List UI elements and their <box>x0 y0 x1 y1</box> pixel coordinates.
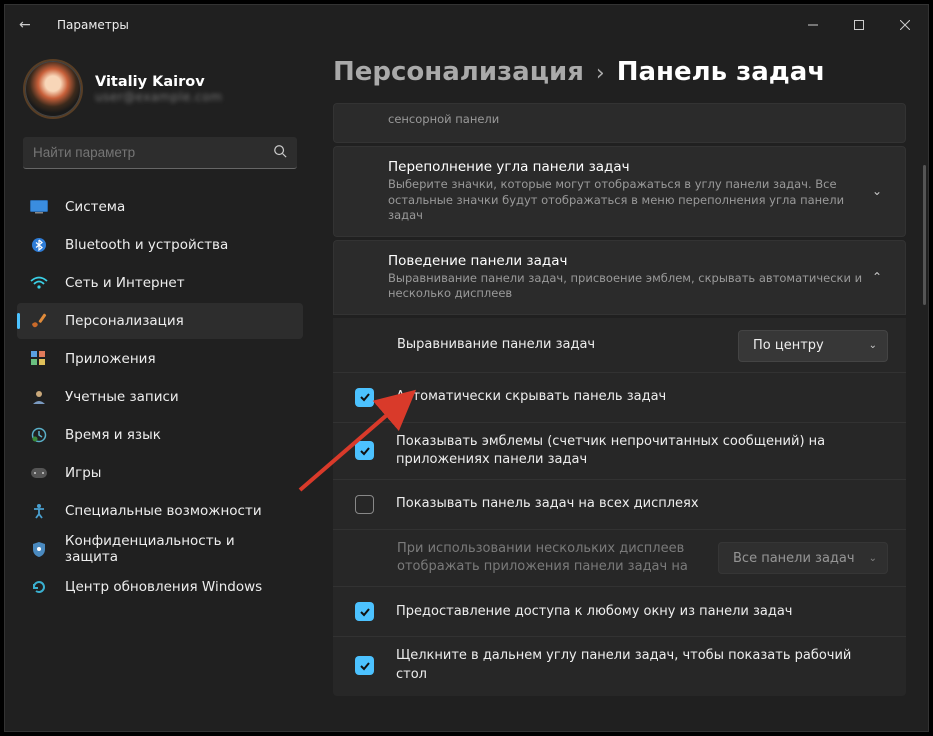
sidebar-item-personalization[interactable]: Персонализация <box>17 303 303 339</box>
row-corner[interactable]: Щелкните в дальнем углу панели задач, чт… <box>333 637 906 693</box>
dropdown-value: По центру <box>753 338 824 353</box>
checkbox-autohide[interactable] <box>355 388 374 407</box>
system-icon <box>29 197 49 217</box>
row-label: Щелкните в дальнем углу панели задач, чт… <box>396 647 888 683</box>
sidebar-item-label: Сеть и Интернет <box>65 275 185 291</box>
privacy-icon <box>29 539 49 559</box>
update-icon <box>29 577 49 597</box>
sidebar-item-gaming[interactable]: Игры <box>17 455 303 491</box>
sidebar-item-label: Конфиденциальность и защита <box>65 533 291 565</box>
chevron-down-icon: ⌄ <box>865 184 889 198</box>
maximize-button[interactable] <box>836 5 882 45</box>
row-label: Выравнивание панели задач <box>397 336 738 354</box>
nav-list: Система Bluetooth и устройства Сеть и Ин… <box>17 189 303 605</box>
sidebar-item-label: Время и язык <box>65 427 161 443</box>
sidebar-item-label: Персонализация <box>65 313 184 329</box>
multi-display-dropdown: Все панели задач ⌄ <box>718 542 888 574</box>
sidebar-item-apps[interactable]: Приложения <box>17 341 303 377</box>
breadcrumb: Персонализация › Панель задач <box>333 57 906 87</box>
accounts-icon <box>29 387 49 407</box>
card-sub: Выравнивание панели задач, присвоение эм… <box>388 271 865 302</box>
card-touch-keyboard[interactable]: сенсорной панели <box>333 103 906 143</box>
chevron-down-icon: ⌄ <box>869 553 877 564</box>
sidebar-item-privacy[interactable]: Конфиденциальность и защита <box>17 531 303 567</box>
time-icon <box>29 425 49 445</box>
title-bar: ← Параметры <box>5 5 928 45</box>
sidebar-item-accessibility[interactable]: Специальные возможности <box>17 493 303 529</box>
sidebar-item-label: Учетные записи <box>65 389 179 405</box>
checkbox-flash[interactable] <box>355 602 374 621</box>
sidebar-item-label: Bluetooth и устройства <box>65 237 228 253</box>
row-flash[interactable]: Предоставление доступа к любому окну из … <box>333 587 906 637</box>
window-title: Параметры <box>57 18 129 32</box>
settings-window: ← Параметры Vitaliy Kairov user@example.… <box>4 4 929 732</box>
behavior-expanded: Выравнивание панели задач По центру ⌄ Ав… <box>333 318 906 696</box>
sidebar-item-network[interactable]: Сеть и Интернет <box>17 265 303 301</box>
search-box[interactable] <box>23 137 297 169</box>
chevron-up-icon: ⌃ <box>865 270 889 284</box>
search-input[interactable] <box>33 145 273 160</box>
breadcrumb-parent[interactable]: Персонализация <box>333 57 584 87</box>
sidebar-item-system[interactable]: Система <box>17 189 303 225</box>
sidebar-item-time[interactable]: Время и язык <box>17 417 303 453</box>
row-label: При использовании нескольких дисплеев от… <box>397 540 718 576</box>
sidebar-item-update[interactable]: Центр обновления Windows <box>17 569 303 605</box>
row-label: Предоставление доступа к любому окну из … <box>396 603 888 621</box>
row-label: Показывать панель задач на всех дисплеях <box>396 495 888 513</box>
chevron-right-icon: › <box>596 61 605 86</box>
checkbox-corner[interactable] <box>355 656 374 675</box>
avatar <box>25 61 81 117</box>
user-name: Vitaliy Kairov <box>95 74 222 90</box>
alignment-dropdown[interactable]: По центру ⌄ <box>738 330 888 362</box>
card-overflow[interactable]: Переполнение угла панели задач Выберите … <box>333 146 906 237</box>
sidebar-item-label: Игры <box>65 465 101 481</box>
checkbox-all-displays[interactable] <box>355 495 374 514</box>
main-content: Персонализация › Панель задач сенсорной … <box>315 45 928 731</box>
checkbox-badges[interactable] <box>355 441 374 460</box>
row-autohide[interactable]: Автоматически скрывать панель задач <box>333 373 906 423</box>
sidebar-item-bluetooth[interactable]: Bluetooth и устройства <box>17 227 303 263</box>
user-block[interactable]: Vitaliy Kairov user@example.com <box>17 55 303 131</box>
personalization-icon <box>29 311 49 331</box>
breadcrumb-current: Панель задач <box>617 57 825 87</box>
card-sub: Выберите значки, которые могут отображат… <box>388 177 865 224</box>
sidebar-item-label: Система <box>65 199 125 215</box>
card-behavior[interactable]: Поведение панели задач Выравнивание пане… <box>333 240 906 315</box>
dropdown-value: Все панели задач <box>733 551 855 566</box>
sidebar-item-label: Специальные возможности <box>65 503 262 519</box>
sidebar-item-label: Приложения <box>65 351 156 367</box>
chevron-down-icon: ⌄ <box>869 340 877 351</box>
search-icon <box>273 144 287 162</box>
card-title: Переполнение угла панели задач <box>388 159 865 175</box>
card-title: Поведение панели задач <box>388 253 865 269</box>
row-multi-display: При использовании нескольких дисплеев от… <box>333 530 906 587</box>
apps-icon <box>29 349 49 369</box>
row-label: Автоматически скрывать панель задач <box>396 388 888 406</box>
sidebar-item-label: Центр обновления Windows <box>65 579 262 595</box>
row-label: Показывать эмблемы (счетчик непрочитанны… <box>396 433 888 469</box>
card-sub: сенсорной панели <box>388 112 889 128</box>
sidebar-item-accounts[interactable]: Учетные записи <box>17 379 303 415</box>
accessibility-icon <box>29 501 49 521</box>
minimize-button[interactable] <box>790 5 836 45</box>
back-button[interactable]: ← <box>19 17 39 33</box>
user-email: user@example.com <box>95 90 222 104</box>
gaming-icon <box>29 463 49 483</box>
row-all-displays[interactable]: Показывать панель задач на всех дисплеях <box>333 480 906 530</box>
wifi-icon <box>29 273 49 293</box>
row-alignment: Выравнивание панели задач По центру ⌄ <box>333 320 906 373</box>
row-badges[interactable]: Показывать эмблемы (счетчик непрочитанны… <box>333 423 906 480</box>
bluetooth-icon <box>29 235 49 255</box>
close-button[interactable] <box>882 5 928 45</box>
scrollbar[interactable] <box>923 165 926 305</box>
sidebar: Vitaliy Kairov user@example.com Система … <box>5 45 315 731</box>
